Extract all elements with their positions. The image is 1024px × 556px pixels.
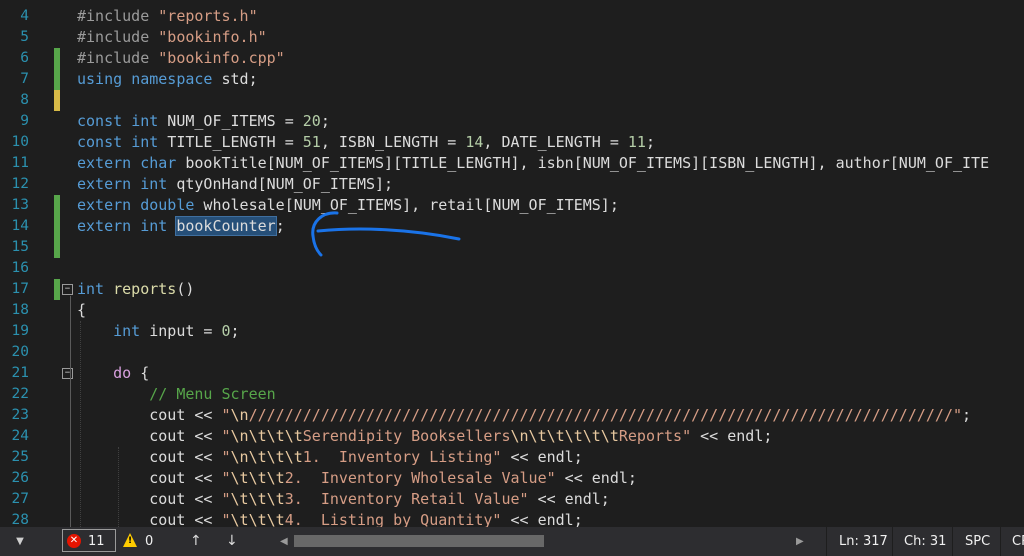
- scrollbar-thumb[interactable]: [294, 535, 544, 547]
- error-icon: ✕: [67, 534, 81, 548]
- down-arrow-icon[interactable]: ↓: [226, 527, 238, 556]
- status-bar: ▼ ✕ 11 ! 0 ↑ ↓ ◀ ▶ Ln: 317 Ch: 31 SPC CR: [0, 527, 1024, 556]
- indent-mode[interactable]: SPC: [965, 527, 990, 556]
- scroll-right-icon[interactable]: ▶: [796, 527, 804, 556]
- scrollbar-track[interactable]: [294, 535, 804, 547]
- line-ending[interactable]: CR: [1012, 527, 1024, 556]
- warning-count[interactable]: 0: [145, 527, 153, 556]
- scroll-left-icon[interactable]: ◀: [280, 527, 288, 556]
- handwritten-arrow-annotation: [311, 211, 461, 257]
- char-indicator[interactable]: Ch: 31: [904, 527, 946, 556]
- line-indicator[interactable]: Ln: 317: [839, 527, 888, 556]
- horizontal-scrollbar[interactable]: ◀ ▶: [280, 527, 820, 556]
- up-arrow-icon[interactable]: ↑: [190, 527, 202, 556]
- error-count: 11: [88, 534, 105, 549]
- chevron-down-icon[interactable]: ▼: [0, 527, 40, 556]
